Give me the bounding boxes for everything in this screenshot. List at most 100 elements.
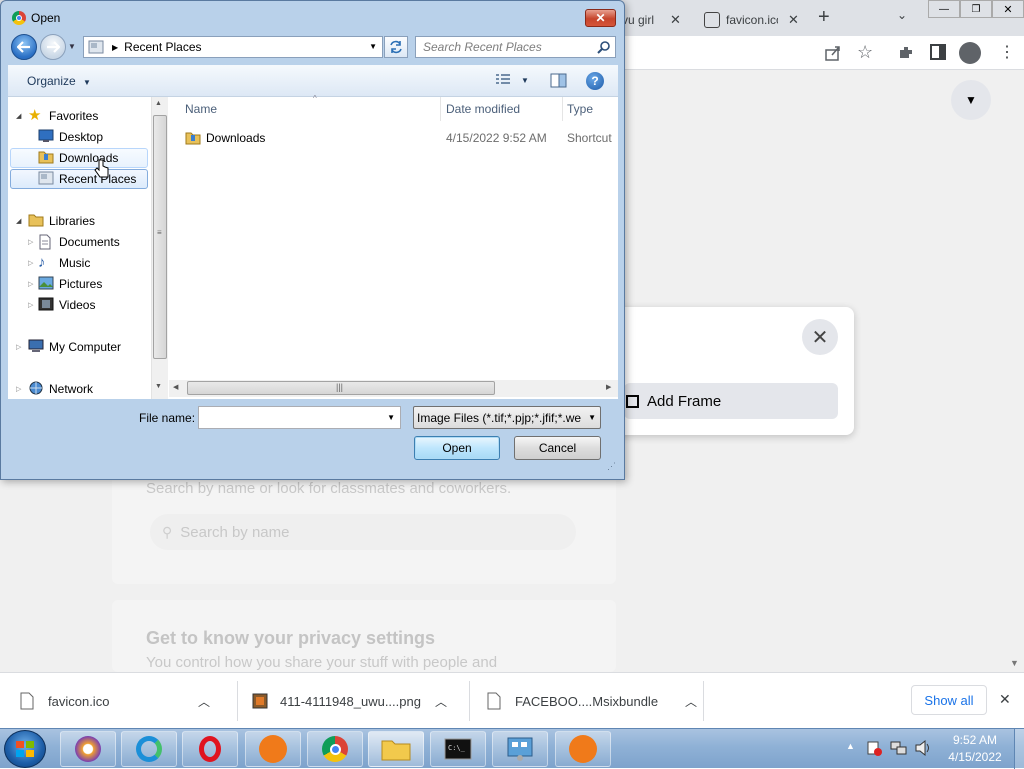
- change-view-button[interactable]: ▼: [495, 74, 529, 86]
- tab-search-chevron-icon[interactable]: ⌄: [897, 8, 907, 22]
- modal-close-button[interactable]: ✕: [802, 319, 838, 355]
- nav-downloads[interactable]: Downloads: [10, 148, 148, 168]
- more-menu-icon[interactable]: ⋮: [999, 42, 1015, 62]
- back-button[interactable]: [11, 34, 37, 60]
- collapse-arrow-icon[interactable]: ◢: [16, 112, 28, 120]
- expand-arrow-icon[interactable]: ▷: [28, 301, 38, 309]
- network-icon[interactable]: [890, 740, 908, 756]
- open-button[interactable]: Open: [414, 436, 500, 460]
- preview-pane-icon[interactable]: [550, 73, 567, 88]
- bookmark-star-icon[interactable]: ☆: [857, 42, 873, 63]
- tab-vu-girl[interactable]: vu girl ✕: [622, 4, 692, 36]
- file-name-input[interactable]: ▼: [198, 406, 401, 429]
- show-hidden-icons[interactable]: ▲: [846, 741, 855, 751]
- scroll-thumb[interactable]: ≡: [153, 115, 167, 359]
- taskbar-app[interactable]: [182, 731, 238, 767]
- expand-arrow-icon[interactable]: ▷: [28, 259, 38, 267]
- download-item[interactable]: 411-4111948_uwu....png ︿: [252, 673, 462, 729]
- file-horizontal-scrollbar[interactable]: ◀ ||| ▶: [169, 380, 618, 397]
- collapse-arrow-icon[interactable]: ◢: [16, 217, 28, 225]
- taskbar-app[interactable]: [492, 731, 548, 767]
- expand-arrow-icon[interactable]: ▷: [28, 238, 38, 246]
- file-type-select[interactable]: Image Files (*.tif;*.pjp;*.jfif;*.we ▼: [413, 406, 601, 429]
- chevron-up-icon[interactable]: ︿: [435, 693, 447, 710]
- nav-pictures[interactable]: ▷ Pictures: [28, 274, 102, 294]
- nav-libraries[interactable]: ◢ Libraries: [16, 211, 95, 231]
- help-icon[interactable]: ?: [586, 72, 604, 90]
- chevron-up-icon[interactable]: ︿: [685, 693, 697, 710]
- action-center-icon[interactable]: [866, 740, 882, 756]
- taskbar-app[interactable]: [555, 731, 611, 767]
- nav-my-computer[interactable]: ▷ My Computer: [16, 337, 121, 357]
- start-button[interactable]: [4, 730, 46, 768]
- close-downloads-icon[interactable]: ✕: [999, 691, 1011, 708]
- recent-pages-dropdown-icon[interactable]: ▼: [68, 42, 76, 51]
- address-dropdown-icon[interactable]: ▼: [369, 42, 377, 51]
- scroll-right-arrow-icon[interactable]: ▶: [606, 383, 611, 391]
- nav-music[interactable]: ▷ ♪ Music: [28, 253, 90, 273]
- nav-label: Favorites: [49, 109, 99, 123]
- scroll-up-arrow-icon[interactable]: ▲: [155, 100, 162, 107]
- expand-arrow-icon[interactable]: ▷: [16, 385, 28, 393]
- taskbar-app[interactable]: C:\_: [430, 731, 486, 767]
- column-header-date-modified[interactable]: Date modified: [442, 97, 563, 121]
- extensions-icon[interactable]: [897, 44, 915, 62]
- cancel-button[interactable]: Cancel: [514, 436, 601, 460]
- taskbar-app[interactable]: [307, 731, 363, 767]
- side-panel-icon[interactable]: [930, 44, 946, 60]
- clock-date[interactable]: 4/15/2022: [940, 750, 1010, 764]
- dialog-close-button[interactable]: ✕: [585, 9, 616, 27]
- minimize-button[interactable]: —: [928, 0, 960, 18]
- nav-desktop[interactable]: Desktop: [38, 127, 103, 147]
- show-desktop-button[interactable]: [1014, 729, 1024, 769]
- chevron-up-icon[interactable]: ︿: [198, 693, 210, 710]
- refresh-button[interactable]: [384, 36, 408, 58]
- taskbar-app[interactable]: [121, 731, 177, 767]
- organize-menu[interactable]: Organize ▼: [27, 74, 91, 88]
- taskbar-app[interactable]: [60, 731, 116, 767]
- breadcrumb-location[interactable]: Recent Places: [124, 40, 201, 54]
- nav-network[interactable]: ▷ Network: [16, 379, 93, 399]
- friend-search-input[interactable]: ⚲ Search by name: [150, 514, 576, 550]
- search-input[interactable]: Search Recent Places: [415, 36, 616, 58]
- expand-arrow-icon[interactable]: ▷: [28, 280, 38, 288]
- column-header-type[interactable]: Type: [563, 97, 618, 121]
- nav-favorites[interactable]: ◢ ★ Favorites: [16, 106, 98, 126]
- breadcrumb-arrow-icon[interactable]: ▶: [112, 43, 118, 52]
- tab-favicon[interactable]: favicon.ico ✕: [700, 4, 800, 36]
- close-icon[interactable]: ✕: [788, 12, 799, 28]
- view-dropdown-icon[interactable]: ▼: [521, 76, 529, 85]
- account-menu-button[interactable]: ▼: [951, 80, 991, 120]
- scroll-left-arrow-icon[interactable]: ◀: [173, 383, 178, 391]
- nav-recent-places[interactable]: Recent Places: [10, 169, 148, 189]
- new-tab-button[interactable]: +: [818, 6, 830, 29]
- address-bar[interactable]: ▶ Recent Places ▼: [83, 36, 383, 58]
- show-all-button[interactable]: Show all: [911, 685, 987, 715]
- file-row[interactable]: Downloads 4/15/2022 9:52 AM Shortcut: [185, 128, 618, 148]
- nav-label: Documents: [59, 235, 120, 249]
- nav-videos[interactable]: ▷ Videos: [28, 295, 95, 315]
- expand-arrow-icon[interactable]: ▷: [16, 343, 28, 351]
- scroll-thumb[interactable]: |||: [187, 381, 495, 395]
- nav-documents[interactable]: ▷ Documents: [28, 232, 120, 252]
- column-header-name[interactable]: Name ^: [181, 94, 441, 121]
- share-icon[interactable]: [824, 44, 842, 62]
- resize-grip-icon[interactable]: ⋰: [607, 461, 616, 472]
- scroll-down-arrow-icon[interactable]: ▼: [155, 383, 162, 390]
- scroll-down-arrow-icon[interactable]: ▼: [1010, 658, 1019, 668]
- restore-button[interactable]: ❐: [960, 0, 992, 18]
- volume-icon[interactable]: [914, 739, 932, 757]
- search-icon[interactable]: [597, 40, 611, 54]
- download-item[interactable]: FACEBOO....Msixbundle ︿: [487, 673, 697, 729]
- clock-time[interactable]: 9:52 AM: [940, 733, 1010, 747]
- add-frame-button[interactable]: Add Frame: [624, 383, 838, 419]
- taskbar-app[interactable]: [245, 731, 301, 767]
- forward-button[interactable]: [40, 34, 66, 60]
- close-window-button[interactable]: ✕: [992, 0, 1024, 18]
- profile-avatar[interactable]: [959, 42, 981, 64]
- file-name-dropdown-icon[interactable]: ▼: [387, 413, 395, 422]
- nav-vertical-scrollbar[interactable]: ▲ ≡ ▼: [151, 97, 168, 399]
- download-item[interactable]: favicon.ico ︿: [20, 673, 230, 729]
- taskbar-app-active[interactable]: [368, 731, 424, 767]
- close-icon[interactable]: ✕: [670, 12, 681, 28]
